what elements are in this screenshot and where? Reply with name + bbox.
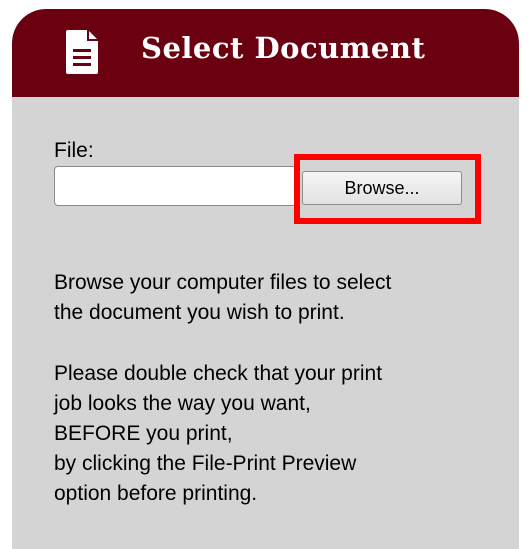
panel-header: Select Document: [12, 9, 519, 97]
instruction-line: job looks the way you want,: [54, 392, 311, 415]
instruction-line: the document you wish to print.: [54, 301, 345, 324]
instructions-paragraph-1: Browse your computer files to select the…: [54, 268, 494, 328]
file-label: File:: [54, 139, 94, 162]
instruction-line: by clicking the File-Print Preview: [54, 452, 357, 475]
select-document-panel: Select Document File: Browse... Browse y…: [12, 9, 519, 549]
instruction-line: BEFORE you print,: [54, 422, 233, 445]
highlight-box: [294, 154, 481, 224]
instruction-line: Browse your computer files to select: [54, 271, 392, 294]
document-icon: [66, 30, 98, 74]
file-path-input[interactable]: [54, 166, 298, 206]
instruction-line: Please double check that your print: [54, 362, 383, 385]
instructions-paragraph-2: Please double check that your print job …: [54, 359, 494, 509]
panel-title: Select Document: [141, 31, 426, 65]
instruction-line: option before printing.: [54, 482, 258, 505]
